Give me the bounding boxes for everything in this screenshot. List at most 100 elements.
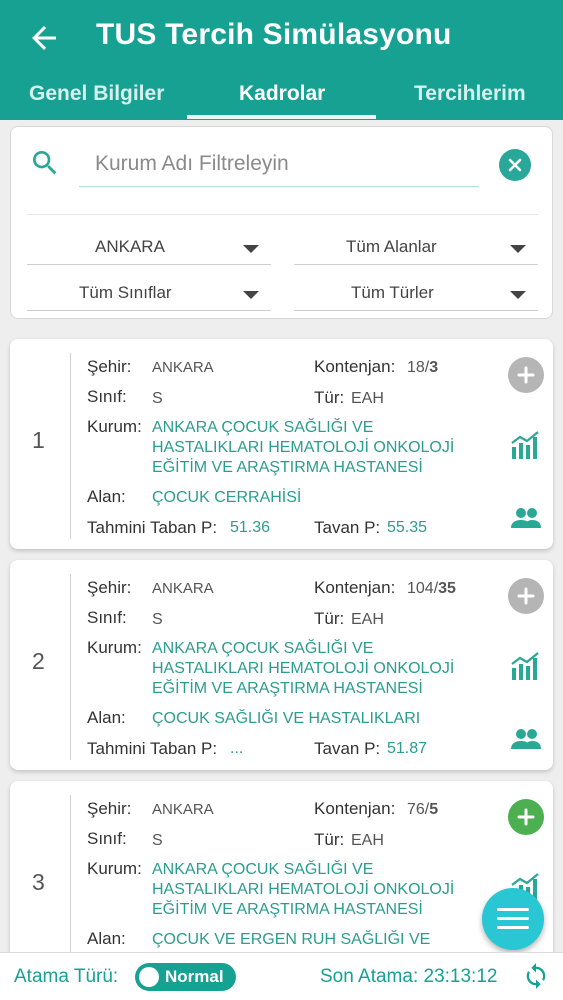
tab-tercihlerim[interactable]: Tercihlerim [414, 82, 526, 106]
kurum-line: ANKARA ÇOCUK SAĞLIĞI VE [152, 861, 374, 878]
rank-number: 3 [32, 869, 45, 895]
kurum-name[interactable]: ANKARA ÇOCUK SAĞLIĞI VE HASTALIKLARI HEM… [152, 639, 492, 699]
alan-value: ÇOCUK CERRAHİSİ [152, 489, 302, 506]
tur-value: EAH [351, 611, 384, 628]
kurum-search-input[interactable] [79, 141, 479, 187]
people-icon[interactable] [511, 507, 541, 529]
tavan-label: Tavan P: [314, 739, 381, 758]
add-preference-button[interactable] [508, 799, 544, 835]
kadro-card[interactable]: 2 Şehir: ANKARA Kontenjan: 104/35 Sınıf:… [10, 560, 553, 770]
kontenjan-filled: 35 [438, 580, 456, 597]
alan-value: ÇOCUK VE ERGEN RUH SAĞLIĞI VE [152, 931, 431, 948]
kurum-line: HASTALIKLARI HEMATOLOJİ ONKOLOJİ [152, 660, 455, 677]
kontenjan-label: Kontenjan: [314, 799, 396, 818]
menu-fab-button[interactable] [482, 888, 544, 950]
city-dropdown-value: ANKARA [95, 237, 165, 256]
kurum-label: Kurum: [87, 638, 142, 657]
sehir-value: ANKARA [152, 580, 214, 597]
tur-value: EAH [351, 832, 384, 849]
chevron-down-icon [243, 291, 259, 299]
sinif-value: S [152, 611, 163, 628]
alan-value: ÇOCUK SAĞLIĞI VE HASTALIKLARI [152, 710, 421, 727]
taban-value: ... [230, 740, 244, 757]
sehir-label: Şehir: [87, 357, 132, 376]
atama-type-toggle[interactable]: Normal [135, 963, 236, 991]
tur-label: Tür: [314, 609, 345, 628]
kurum-line: ANKARA ÇOCUK SAĞLIĞI VE [152, 640, 374, 657]
kontenjan-label: Kontenjan: [314, 578, 396, 597]
alan-label: Alan: [87, 929, 126, 948]
tab-genel-bilgiler[interactable]: Genel Bilgiler [29, 82, 164, 106]
divider [70, 353, 71, 539]
tavan-value: 55.35 [387, 519, 428, 536]
kurum-name[interactable]: ANKARA ÇOCUK SAĞLIĞI VE HASTALIKLARI HEM… [152, 418, 492, 478]
clear-search-button[interactable] [499, 149, 531, 181]
arrow-left-icon[interactable] [26, 20, 62, 56]
sehir-label: Şehir: [87, 578, 132, 597]
sinif-label: Sınıf: [87, 387, 127, 406]
sinif-label: Sınıf: [87, 608, 127, 627]
search-icon [33, 151, 57, 175]
field-dropdown[interactable]: Tüm Alanlar [294, 235, 538, 265]
tur-value: EAH [351, 390, 384, 407]
atama-turu-label: Atama Türü: [14, 966, 119, 987]
kontenjan-value: 76/5 [407, 801, 439, 818]
tur-label: Tür: [314, 388, 345, 407]
chevron-down-icon [510, 245, 526, 253]
people-icon[interactable] [511, 728, 541, 750]
son-atama-label: Son Atama: 23:13:12 [320, 966, 498, 987]
rank-number: 2 [32, 648, 45, 674]
city-dropdown[interactable]: ANKARA [27, 235, 271, 265]
sehir-value: ANKARA [152, 359, 214, 376]
toggle-knob [139, 967, 159, 987]
refresh-icon[interactable] [522, 962, 550, 990]
plus-icon [517, 808, 535, 826]
kadro-card[interactable]: 1 Şehir: ANKARA Kontenjan: 18/3 Sınıf: S… [10, 339, 553, 549]
rank-number: 1 [32, 427, 45, 453]
kurum-name[interactable]: ANKARA ÇOCUK SAĞLIĞI VE HASTALIKLARI HEM… [152, 860, 492, 920]
filter-panel: ANKARA Tüm Alanlar Tüm Sınıflar Tüm Türl… [10, 126, 553, 319]
kurum-label: Kurum: [87, 417, 142, 436]
plus-icon [517, 587, 535, 605]
sehir-value: ANKARA [152, 801, 214, 818]
bar-chart-icon[interactable] [510, 429, 542, 461]
kontenjan-value: 18/3 [407, 359, 439, 376]
divider [27, 214, 538, 215]
tur-label: Tür: [314, 830, 345, 849]
class-dropdown-value: Tüm Sınıflar [79, 283, 172, 302]
close-icon [508, 158, 522, 172]
chevron-down-icon [510, 291, 526, 299]
tavan-value: 51.87 [387, 740, 428, 757]
sehir-label: Şehir: [87, 799, 132, 818]
sinif-value: S [152, 832, 163, 849]
kontenjan-value: 104/35 [407, 580, 456, 597]
tab-bar: Genel Bilgiler Kadrolar Tercihlerim [0, 74, 563, 120]
field-dropdown-value: Tüm Alanlar [346, 237, 437, 256]
app-bar: TUS Tercih Simülasyonu Genel Bilgiler Ka… [0, 0, 563, 120]
divider [70, 574, 71, 760]
taban-label: Tahmini Taban P: [87, 739, 218, 758]
sinif-label: Sınıf: [87, 829, 127, 848]
toggle-label: Normal [165, 967, 224, 986]
add-preference-button[interactable] [508, 578, 544, 614]
sinif-value: S [152, 390, 163, 407]
bottom-status-bar: Atama Türü: Normal Son Atama: 23:13:12 [0, 952, 563, 1000]
kurum-line: HASTALIKLARI HEMATOLOJİ ONKOLOJİ [152, 881, 455, 898]
kurum-line: EĞİTİM VE ARAŞTIRMA HASTANESİ [152, 901, 423, 918]
kurum-label: Kurum: [87, 859, 142, 878]
add-preference-button[interactable] [508, 357, 544, 393]
kontenjan-filled: 5 [429, 801, 439, 818]
plus-icon [517, 366, 535, 384]
tab-kadrolar[interactable]: Kadrolar [239, 82, 325, 106]
taban-label: Tahmini Taban P: [87, 518, 218, 537]
kurum-line: ANKARA ÇOCUK SAĞLIĞI VE [152, 419, 374, 436]
chevron-down-icon [243, 245, 259, 253]
kurum-line: EĞİTİM VE ARAŞTIRMA HASTANESİ [152, 459, 423, 476]
alan-label: Alan: [87, 487, 126, 506]
kurum-line: HASTALIKLARI HEMATOLOJİ ONKOLOJİ [152, 439, 455, 456]
tab-indicator [187, 115, 376, 119]
bar-chart-icon[interactable] [510, 650, 542, 682]
alan-label: Alan: [87, 708, 126, 727]
class-dropdown[interactable]: Tüm Sınıflar [27, 281, 271, 311]
type-dropdown[interactable]: Tüm Türler [294, 281, 538, 311]
